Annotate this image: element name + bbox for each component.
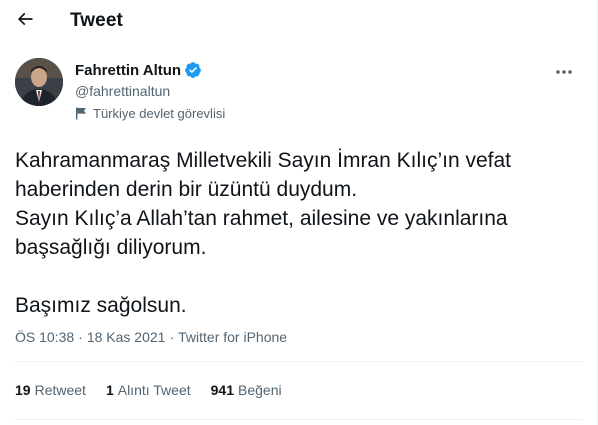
author-display-name[interactable]: Fahrettin Altun — [75, 62, 181, 79]
likes-count: 941 — [210, 382, 234, 398]
tweet-text-line: haberinden derin bir üzüntü duydum. — [15, 178, 358, 201]
quote-tweets-count: 1 — [105, 382, 114, 398]
tweet-text-line: Başımız sağolsun. — [15, 294, 187, 317]
tweet-page: Tweet Fahrettin Altun @fahrettinaltun Tü… — [0, 0, 598, 425]
meta-separator: · — [169, 329, 175, 345]
tweet-time[interactable]: ÖS 10:38 — [15, 329, 74, 345]
tweet-text-line: başsağlığı diliyorum. — [15, 236, 207, 259]
more-dots-icon — [555, 62, 573, 80]
quote-tweets-label: Alıntı Tweet — [117, 382, 191, 398]
retweets-stat[interactable]: 19 Retweet — [15, 382, 86, 398]
tweet-source[interactable]: Twitter for iPhone — [178, 329, 287, 345]
tweet-text: Kahramanmaraş Milletvekili Sayın İmran K… — [15, 146, 585, 320]
author-handle[interactable]: @fahrettinaltun — [75, 83, 170, 99]
meta-separator: · — [78, 329, 83, 345]
divider — [15, 361, 583, 362]
tweet-stats: 19 Retweet 1 Alıntı Tweet 941 Beğeni — [15, 382, 302, 398]
verified-badge-icon — [184, 61, 202, 79]
government-label[interactable]: Türkiye devlet görevlisi — [75, 106, 225, 121]
arrow-left-icon — [15, 9, 35, 34]
tweet-meta: ÖS 10:38 · 18 Kas 2021 · Twitter for iPh… — [15, 329, 287, 345]
more-options-button[interactable] — [549, 58, 579, 84]
top-bar: Tweet — [0, 0, 598, 44]
author-name-row[interactable]: Fahrettin Altun — [75, 61, 202, 79]
likes-stat[interactable]: 941 Beğeni — [211, 382, 282, 398]
tweet-text-line: Kahramanmaraş Milletvekili Sayın İmran K… — [15, 149, 512, 172]
page-title: Tweet — [70, 10, 123, 31]
likes-label: Beğeni — [238, 382, 282, 398]
tweet-text-line: Sayın Kılıç’a Allah’tan rahmet, ailesine… — [15, 207, 508, 230]
government-label-text: Türkiye devlet görevlisi — [93, 106, 226, 121]
divider — [15, 419, 583, 420]
avatar-image — [15, 58, 63, 106]
avatar[interactable] — [15, 58, 63, 106]
tweet-date[interactable]: 18 Kas 2021 — [87, 329, 166, 345]
flag-icon — [75, 107, 87, 120]
retweets-label: Retweet — [34, 382, 86, 398]
retweets-count: 19 — [15, 382, 31, 398]
back-button[interactable] — [10, 6, 40, 36]
quote-tweets-stat[interactable]: 1 Alıntı Tweet — [106, 382, 191, 398]
